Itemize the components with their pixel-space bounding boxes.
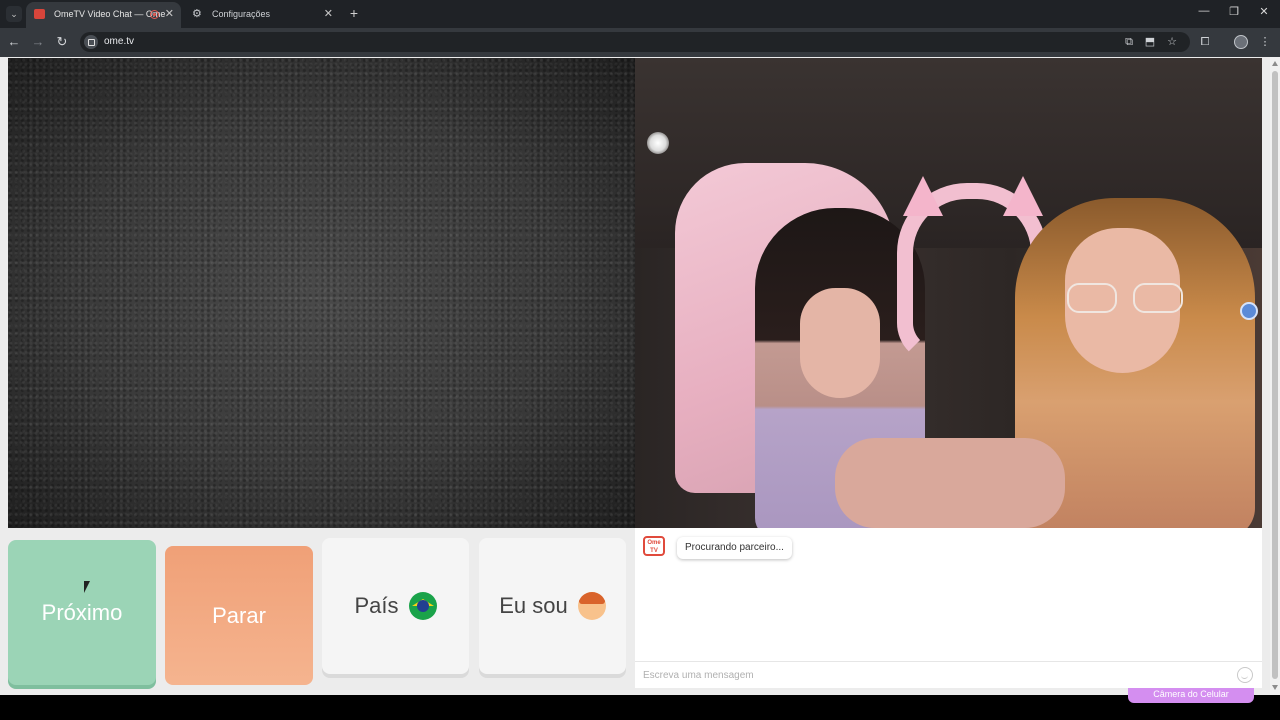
cat-ear bbox=[903, 176, 943, 216]
recording-icon bbox=[150, 10, 159, 19]
next-label: Próximo bbox=[41, 599, 123, 625]
face-left bbox=[800, 288, 880, 398]
gender-button[interactable]: Eu sou bbox=[479, 538, 626, 674]
ometv-logo: Ome TV bbox=[643, 536, 665, 556]
gear-icon: ⚙ bbox=[192, 8, 202, 20]
cat-ear bbox=[1003, 176, 1043, 216]
puzzle-icon[interactable]: ⧠ bbox=[1198, 35, 1212, 49]
stop-button[interactable]: Parar bbox=[165, 546, 313, 685]
translate-badge-icon[interactable] bbox=[1240, 302, 1258, 320]
page-scrollbar[interactable] bbox=[1270, 57, 1280, 695]
ometv-page: Próximo Parar País Eu sou Ome TV Procura… bbox=[0, 57, 1280, 695]
translate-icon[interactable]: ⧉ bbox=[1122, 35, 1136, 49]
site-info-icon[interactable] bbox=[84, 35, 98, 49]
restore-icon[interactable]: ❐ bbox=[1227, 5, 1241, 18]
plus-icon[interactable]: + bbox=[346, 4, 362, 22]
scroll-thumb[interactable] bbox=[1272, 71, 1278, 679]
kebab-menu-icon[interactable]: ⋮ bbox=[1258, 35, 1272, 49]
close-window-icon[interactable]: ✕ bbox=[1257, 5, 1271, 18]
mouse-cursor-icon bbox=[84, 581, 90, 593]
url-text: ome.tv bbox=[104, 36, 135, 47]
star-icon[interactable]: ☆ bbox=[1165, 35, 1179, 49]
profile-avatar[interactable] bbox=[1234, 35, 1248, 49]
tab-settings[interactable]: ⚙ Configurações ✕ bbox=[184, 2, 340, 28]
bottom-strip bbox=[0, 695, 1280, 720]
message-input-bar bbox=[635, 661, 1262, 688]
emoji-icon[interactable] bbox=[1237, 667, 1253, 683]
minimize-icon[interactable]: — bbox=[1197, 5, 1211, 17]
tab-title: Configurações bbox=[212, 9, 271, 19]
install-app-icon[interactable]: ⬒ bbox=[1143, 35, 1157, 49]
chevron-down-icon[interactable]: ⌄ bbox=[6, 6, 22, 22]
reload-icon[interactable]: ↻ bbox=[54, 34, 70, 50]
arm bbox=[835, 438, 1065, 528]
next-button[interactable]: Próximo bbox=[8, 540, 156, 685]
status-message: Procurando parceiro... bbox=[677, 537, 792, 559]
glasses bbox=[1067, 283, 1185, 315]
country-button[interactable]: País bbox=[322, 538, 469, 674]
chat-panel: Ome TV Procurando parceiro... bbox=[635, 528, 1262, 688]
stop-label: Parar bbox=[212, 602, 266, 628]
browser-toolbar: ← → ↻ ome.tv ⧉ ⬒ ☆ ⧠ ⋮ bbox=[0, 28, 1280, 57]
tab-ometv[interactable]: OmeTV Video Chat — Ome ✕ bbox=[26, 2, 181, 28]
arrow-left-icon[interactable]: ← bbox=[6, 34, 22, 50]
close-tab-icon[interactable]: ✕ bbox=[165, 2, 174, 26]
address-bar[interactable]: ome.tv bbox=[80, 32, 1190, 52]
mobile-camera-button[interactable]: Câmera do Celular bbox=[1128, 688, 1254, 703]
ometv-favicon bbox=[34, 9, 45, 19]
tab-title: OmeTV Video Chat — Ome bbox=[54, 9, 166, 19]
brazil-flag-icon bbox=[408, 592, 437, 620]
message-input[interactable] bbox=[643, 667, 1223, 683]
close-tab-icon[interactable]: ✕ bbox=[324, 2, 333, 26]
scroll-up-icon[interactable] bbox=[1272, 61, 1278, 66]
remote-video bbox=[635, 58, 1262, 528]
logo-text: Ome TV bbox=[647, 540, 661, 554]
boy-icon bbox=[577, 592, 606, 620]
gender-label: Eu sou bbox=[499, 593, 568, 618]
local-video bbox=[8, 58, 635, 528]
scroll-down-icon[interactable] bbox=[1272, 685, 1278, 690]
country-label: País bbox=[354, 593, 399, 618]
light bbox=[647, 132, 669, 154]
arrow-right-icon[interactable]: → bbox=[30, 34, 46, 50]
browser-tab-bar: ⌄ OmeTV Video Chat — Ome ✕ ⚙ Configuraçõ… bbox=[0, 0, 1280, 28]
